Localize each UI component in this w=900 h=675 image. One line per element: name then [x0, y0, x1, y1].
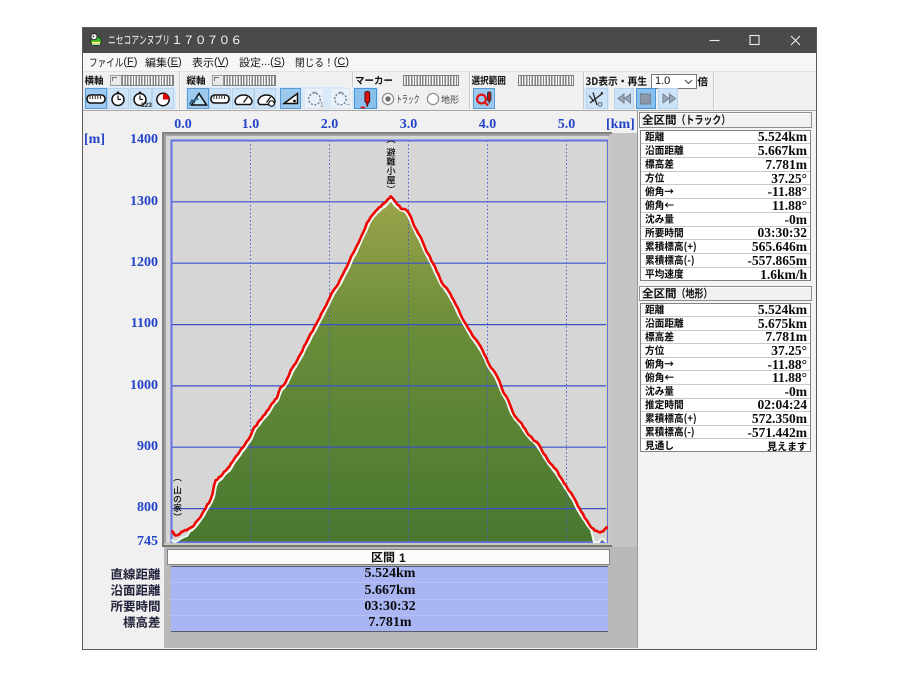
svg-text:O: O — [598, 102, 603, 109]
svg-text:~: ~ — [346, 102, 350, 109]
svg-text:1: 1 — [320, 102, 324, 109]
svg-text:123: 123 — [141, 102, 152, 107]
